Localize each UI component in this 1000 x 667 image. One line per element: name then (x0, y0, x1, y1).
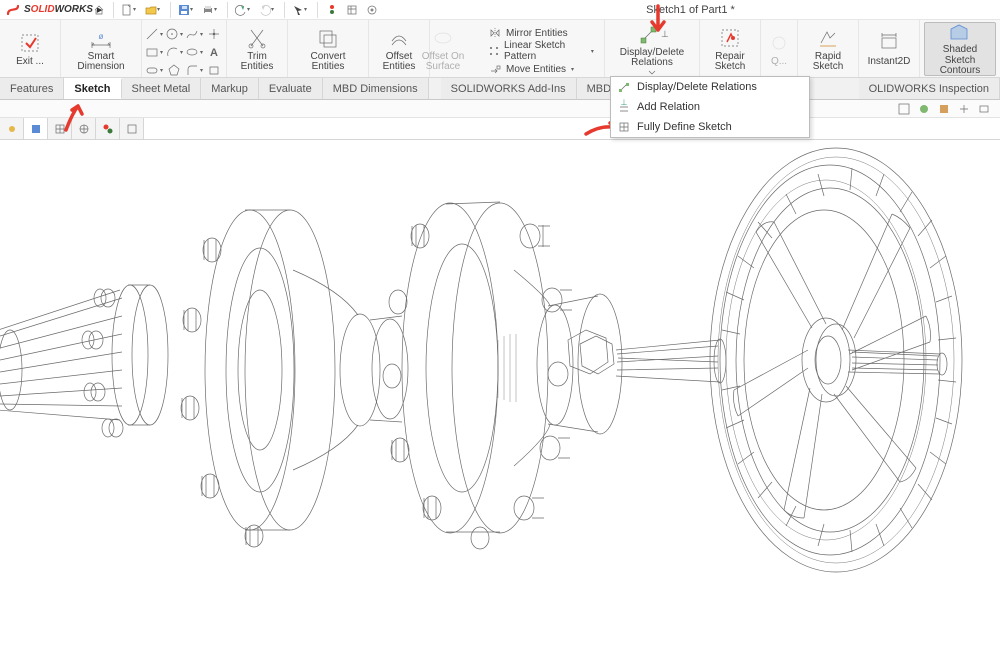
sketch-tools-grid: ▾ ▾ ▾ ▾ ▾ ▾ ▾ ▾ A (146, 22, 222, 78)
dropdown-add-relation[interactable]: ⊥ Add Relation (611, 97, 809, 117)
document-title: Sketch1 of Part1 * (381, 4, 1000, 16)
quick-snaps-button[interactable]: Q... (765, 22, 793, 76)
qat-print-icon[interactable]: ▾ (200, 2, 222, 18)
qat-home-icon[interactable] (90, 2, 108, 18)
mirror-entities-button[interactable]: Mirror Entities (484, 25, 600, 41)
mgr-tab-2[interactable] (24, 118, 48, 139)
convert-entities-button[interactable]: Convert Entities (292, 22, 364, 76)
subbar-icon-2[interactable] (916, 102, 932, 116)
polygon-tool-icon[interactable] (166, 62, 182, 78)
instant2d-button[interactable]: Instant2D (863, 22, 915, 76)
svg-text:⊥: ⊥ (661, 29, 669, 39)
point-tool-icon[interactable] (206, 26, 222, 42)
line-tool-icon[interactable]: ▾ (146, 26, 162, 42)
svg-text:⊥: ⊥ (621, 98, 628, 107)
tab-sketch[interactable]: Sketch (64, 78, 121, 99)
tab-sheet-metal[interactable]: Sheet Metal (122, 78, 202, 99)
qat-save-icon[interactable]: ▾ (176, 2, 198, 18)
qat-new-icon[interactable]: ▾ (119, 2, 141, 18)
relations-dropdown: Display/Delete Relations ⊥ Add Relation … (610, 76, 810, 138)
rectangle-tool-icon[interactable]: ▾ (146, 44, 162, 60)
plane-tool-icon[interactable] (206, 62, 222, 78)
qat-select-icon[interactable]: ▾ (290, 2, 312, 18)
dropdown-fully-define-sketch[interactable]: Fully Define Sketch (611, 117, 809, 137)
ellipse-tool-icon[interactable]: ▾ (186, 44, 202, 60)
subbar-icon-1[interactable] (896, 102, 912, 116)
arc-tool-icon[interactable]: ▾ (166, 44, 182, 60)
qat-options-icon[interactable] (343, 2, 361, 18)
circle-tool-icon[interactable]: ▾ (166, 26, 182, 42)
mgr-tab-3[interactable] (48, 118, 72, 139)
svg-text:ø: ø (99, 32, 104, 41)
subbar-icon-5[interactable] (976, 102, 992, 116)
linear-pattern-button[interactable]: Linear Sketch Pattern▾ (484, 43, 600, 59)
subbar-icon-4[interactable] (956, 102, 972, 116)
exit-sketch-button[interactable]: Exit ... (4, 22, 56, 76)
tab-markup[interactable]: Markup (201, 78, 259, 99)
svg-text:A: A (210, 47, 218, 59)
tab-mbd-dimensions[interactable]: MBD Dimensions (323, 78, 429, 99)
qat-rebuild-icon[interactable] (323, 2, 341, 18)
mgr-tab-4[interactable] (72, 118, 96, 139)
tab-evaluate[interactable]: Evaluate (259, 78, 323, 99)
qat-redo-icon[interactable]: ▾ (257, 2, 279, 18)
mgr-tab-1[interactable] (0, 118, 24, 139)
trim-entities-button[interactable]: Trim Entities (231, 22, 283, 76)
tab-solidworks-addins[interactable]: SOLIDWORKS Add-Ins (441, 78, 577, 99)
dropdown-display-delete-relations[interactable]: Display/Delete Relations (611, 77, 809, 97)
tab-solidworks-inspection[interactable]: OLIDWORKS Inspection (859, 78, 1000, 99)
mgr-tab-6[interactable] (120, 118, 144, 139)
graphics-viewport[interactable] (0, 140, 1000, 667)
move-entities-button[interactable]: Move Entities▾ (484, 61, 600, 77)
qat-undo-icon[interactable]: ▾ (233, 2, 255, 18)
qat-open-icon[interactable]: ▾ (143, 2, 165, 18)
text-tool-icon[interactable]: A (206, 44, 222, 60)
smart-dimension-button[interactable]: ø Smart Dimension (65, 22, 137, 76)
display-delete-relations-button[interactable]: ⊥ Display/Delete Relations (609, 22, 695, 76)
spline-tool-icon[interactable]: ▾ (186, 26, 202, 42)
mgr-tab-5[interactable] (96, 118, 120, 139)
offset-on-surface-button[interactable]: Offset On Surface (417, 22, 469, 76)
repair-sketch-button[interactable]: Repair Sketch (704, 22, 756, 76)
tab-features[interactable]: Features (0, 78, 64, 99)
rapid-sketch-button[interactable]: Rapid Sketch (802, 22, 854, 76)
subbar-icon-3[interactable] (936, 102, 952, 116)
slot-tool-icon[interactable]: ▾ (146, 62, 162, 78)
shaded-sketch-contours-button[interactable]: Shaded Sketch Contours (924, 22, 996, 76)
fillet-tool-icon[interactable]: ▾ (186, 62, 202, 78)
app-logo: SOLIDWORKS ▸ (0, 3, 90, 17)
qat-settings-icon[interactable] (363, 2, 381, 18)
